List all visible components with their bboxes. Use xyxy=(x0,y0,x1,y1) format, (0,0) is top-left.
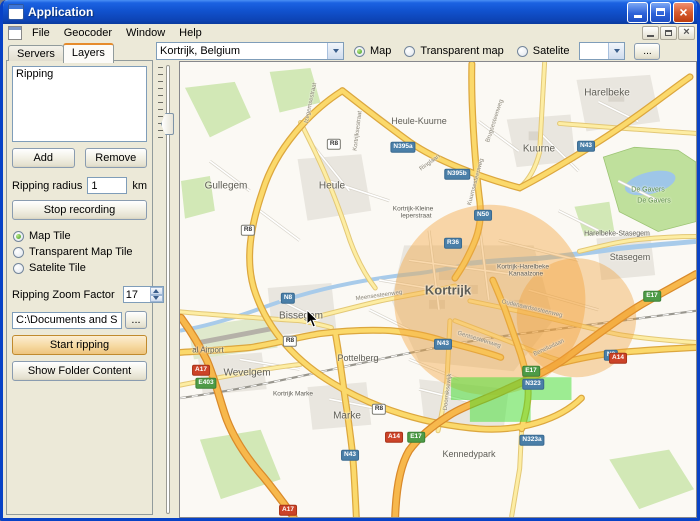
tile-option-transparent-map-tile[interactable]: Transparent Map Tile xyxy=(12,244,147,260)
radio-label: Satelite xyxy=(532,45,570,57)
window-title: Application xyxy=(28,5,94,19)
tick xyxy=(158,102,163,103)
close-icon: × xyxy=(679,4,688,20)
layer-item[interactable]: Ripping xyxy=(13,67,146,81)
mouse-cursor-icon xyxy=(306,310,319,328)
tick xyxy=(158,95,163,96)
tab-servers[interactable]: Servers xyxy=(8,45,64,61)
mdi-child-icon xyxy=(8,25,22,40)
arrow-down-icon xyxy=(332,49,339,53)
dropdown-arrow-icon[interactable] xyxy=(327,43,343,59)
app-window: Application × File Geocoder Window Help × S… xyxy=(0,0,700,521)
menu-item-help[interactable]: Help xyxy=(172,26,209,40)
radio-icon xyxy=(354,45,365,57)
radius-unit-label: km xyxy=(132,179,147,192)
mode-map[interactable]: Map xyxy=(353,43,392,59)
remove-button[interactable]: Remove xyxy=(84,148,147,168)
tick xyxy=(158,137,163,138)
zoom-factor-spinner[interactable] xyxy=(122,286,164,303)
close-button[interactable]: × xyxy=(673,1,694,23)
tick xyxy=(158,88,163,89)
layers-tab-page: Ripping Add Remove Ripping radius km Sto… xyxy=(6,60,164,515)
tick xyxy=(158,67,163,68)
radio-icon xyxy=(516,45,528,57)
minimize-button[interactable] xyxy=(627,1,648,23)
arrow-down-icon xyxy=(153,296,160,301)
ripping-radius-input[interactable] xyxy=(87,177,128,194)
dropdown-arrow-icon[interactable] xyxy=(608,43,625,59)
zoom-factor-input[interactable] xyxy=(123,287,150,302)
radio-icon xyxy=(404,45,416,57)
map-modes: Map Transparent map Satelite xyxy=(353,43,570,59)
mdi-close-button[interactable]: × xyxy=(678,25,695,40)
minimize-icon xyxy=(647,34,654,37)
search-combobox[interactable] xyxy=(156,42,344,60)
radio-label: Transparent Map Tile xyxy=(29,246,133,258)
radio-icon xyxy=(13,246,24,258)
output-path-input[interactable] xyxy=(12,311,122,329)
panel-tabs: Servers Layers xyxy=(6,42,153,63)
browse-button[interactable]: ... xyxy=(125,311,147,329)
menu-item-file[interactable]: File xyxy=(25,26,57,40)
app-icon xyxy=(8,4,24,20)
radio-icon xyxy=(13,230,24,242)
tick xyxy=(158,130,163,131)
tile-options: Map Tile Transparent Map Tile Satelite Til… xyxy=(12,228,147,276)
ripping-radius-overlay-2 xyxy=(516,258,637,378)
arrow-down-icon xyxy=(613,49,620,53)
mode-transparent-map[interactable]: Transparent map xyxy=(403,43,504,59)
arrow-up-icon xyxy=(153,288,160,293)
radio-icon xyxy=(13,262,24,274)
ripping-radius-label: Ripping radius xyxy=(12,179,83,192)
title-bar[interactable]: Application × xyxy=(3,0,697,24)
tab-layers[interactable]: Layers xyxy=(62,43,114,63)
maximize-button[interactable] xyxy=(650,1,671,23)
tick xyxy=(158,81,163,82)
maximize-icon xyxy=(656,8,665,16)
combobox-value xyxy=(580,43,608,59)
layers-listbox[interactable]: Ripping xyxy=(12,66,147,142)
mode-satelite[interactable]: Satelite xyxy=(516,43,571,59)
restore-icon xyxy=(665,29,672,36)
menu-items: File Geocoder Window Help xyxy=(25,26,209,40)
mdi-minimize-button[interactable] xyxy=(642,25,659,40)
radio-label: Map Tile xyxy=(29,230,71,242)
close-icon: × xyxy=(683,26,690,38)
map-toolbar: Map Transparent map Satelite ... xyxy=(153,41,697,61)
map-image xyxy=(180,62,696,517)
show-folder-content-button[interactable]: Show Folder Content xyxy=(12,361,147,381)
add-button[interactable]: Add xyxy=(12,148,75,168)
radio-label: Satelite Tile xyxy=(29,262,86,274)
radio-label: Transparent map xyxy=(420,45,504,57)
toolbar-browse-button[interactable]: ... xyxy=(634,42,661,60)
minimize-icon xyxy=(633,15,642,18)
spinner-down-button[interactable] xyxy=(149,294,163,302)
mdi-restore-button[interactable] xyxy=(660,25,677,40)
zoom-factor-label: Ripping Zoom Factor xyxy=(12,288,115,301)
toolbar-combobox[interactable] xyxy=(579,42,626,60)
menu-item-window[interactable]: Window xyxy=(119,26,172,40)
map-viewport[interactable]: Heule-Kuurne Kuurne Harelbeke Gullegem Heule… xyxy=(179,61,697,518)
stop-recording-button[interactable]: Stop recording xyxy=(12,200,147,220)
search-input[interactable] xyxy=(157,43,327,59)
radio-label: Map xyxy=(370,45,392,57)
tick xyxy=(158,116,163,117)
menu-bar: File Geocoder Window Help × xyxy=(3,24,697,41)
tile-option-map-tile[interactable]: Map Tile xyxy=(12,228,147,244)
tick xyxy=(158,109,163,110)
start-ripping-button[interactable]: Start ripping xyxy=(12,335,147,355)
tick xyxy=(158,74,163,75)
tile-option-satelite-tile[interactable]: Satelite Tile xyxy=(12,260,147,276)
menu-item-geocoder[interactable]: Geocoder xyxy=(57,26,119,40)
spinner-up-button[interactable] xyxy=(149,287,163,295)
left-panel: Servers Layers Ripping Add Remove Ripping… xyxy=(3,41,164,518)
